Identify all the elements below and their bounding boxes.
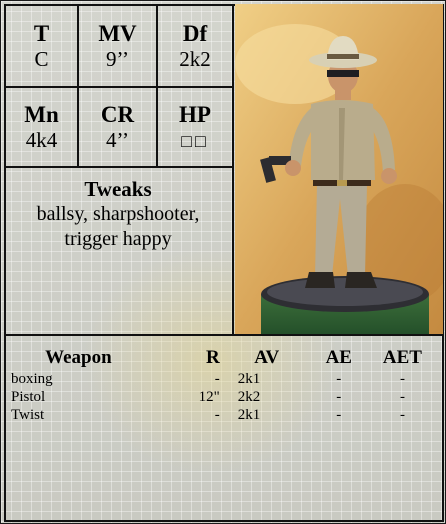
- stat-close-range: CR 4’’: [79, 102, 156, 152]
- weapon-ae: -: [336, 407, 342, 423]
- stat-value: □□: [158, 128, 232, 153]
- weapon-ae: -: [336, 389, 342, 405]
- weapon-range: -: [214, 407, 220, 423]
- stat-label: Mn: [24, 102, 59, 127]
- character-card: T C MV 9’’ Df 2k2 Mn 4k4 CR 4’’ HP □□ Tw…: [0, 0, 446, 524]
- column-header-area-effect-type: AET: [382, 347, 422, 368]
- weapon-aet: -: [399, 371, 405, 387]
- stat-hit-points: HP □□: [158, 102, 232, 153]
- tweaks-title: Tweaks: [84, 177, 152, 201]
- weapon-aet: -: [399, 407, 405, 423]
- weapon-name: Twist: [11, 407, 45, 423]
- weapon-aet: -: [399, 389, 405, 405]
- stat-value: C: [34, 47, 49, 71]
- hp-boxes: □□: [181, 131, 209, 151]
- weapon-av: 2k1: [237, 371, 261, 387]
- stat-label: MV: [98, 21, 137, 46]
- stat-melee: Mn 4k4: [6, 102, 77, 152]
- divider: [232, 4, 234, 336]
- column-header-weapon: Weapon: [45, 347, 112, 368]
- weapon-range: 12": [198, 389, 220, 405]
- stat-value: 2k2: [179, 47, 211, 71]
- stat-value: 9’’: [106, 47, 129, 71]
- weapon-table-header: Weapon R AV AE AET: [11, 346, 441, 370]
- column-header-range: R: [206, 347, 220, 368]
- weapon-av: 2k2: [237, 389, 261, 405]
- table-row: Pistol 12" 2k2 - -: [11, 388, 441, 406]
- miniature-photo: [235, 4, 443, 334]
- weapon-ae: -: [336, 371, 342, 387]
- weapon-av: 2k1: [237, 407, 261, 423]
- weapon-table: Weapon R AV AE AET boxing - 2k1 - - Pist…: [11, 346, 441, 424]
- weapon-name: Pistol: [11, 389, 46, 405]
- stat-value: 4k4: [25, 128, 58, 152]
- miniature-image: [235, 4, 443, 334]
- tweaks-line: trigger happy: [64, 228, 172, 250]
- stat-value: 4’’: [106, 128, 129, 152]
- stat-toughness: T C: [6, 21, 77, 71]
- stat-move: MV 9’’: [79, 21, 156, 71]
- tweaks-line: ballsy, sharpshooter,: [36, 203, 200, 225]
- divider: [4, 86, 233, 88]
- stat-label: HP: [179, 102, 211, 127]
- stat-defense: Df 2k2: [158, 21, 232, 71]
- stat-label: T: [33, 21, 50, 46]
- weapon-name: boxing: [11, 371, 53, 387]
- divider: [4, 520, 444, 522]
- divider: [4, 334, 444, 336]
- divider: [4, 4, 6, 522]
- divider: [4, 166, 233, 168]
- weapon-range: -: [214, 371, 220, 387]
- table-row: boxing - 2k1 - -: [11, 370, 441, 388]
- table-row: Twist - 2k1 - -: [11, 406, 441, 424]
- tweaks-section: Tweaks ballsy, sharpshooter, trigger hap…: [5, 177, 231, 252]
- stat-label: CR: [100, 102, 135, 127]
- column-header-area-effect: AE: [325, 347, 352, 368]
- column-header-attack-value: AV: [254, 347, 280, 368]
- stat-label: Df: [182, 21, 208, 46]
